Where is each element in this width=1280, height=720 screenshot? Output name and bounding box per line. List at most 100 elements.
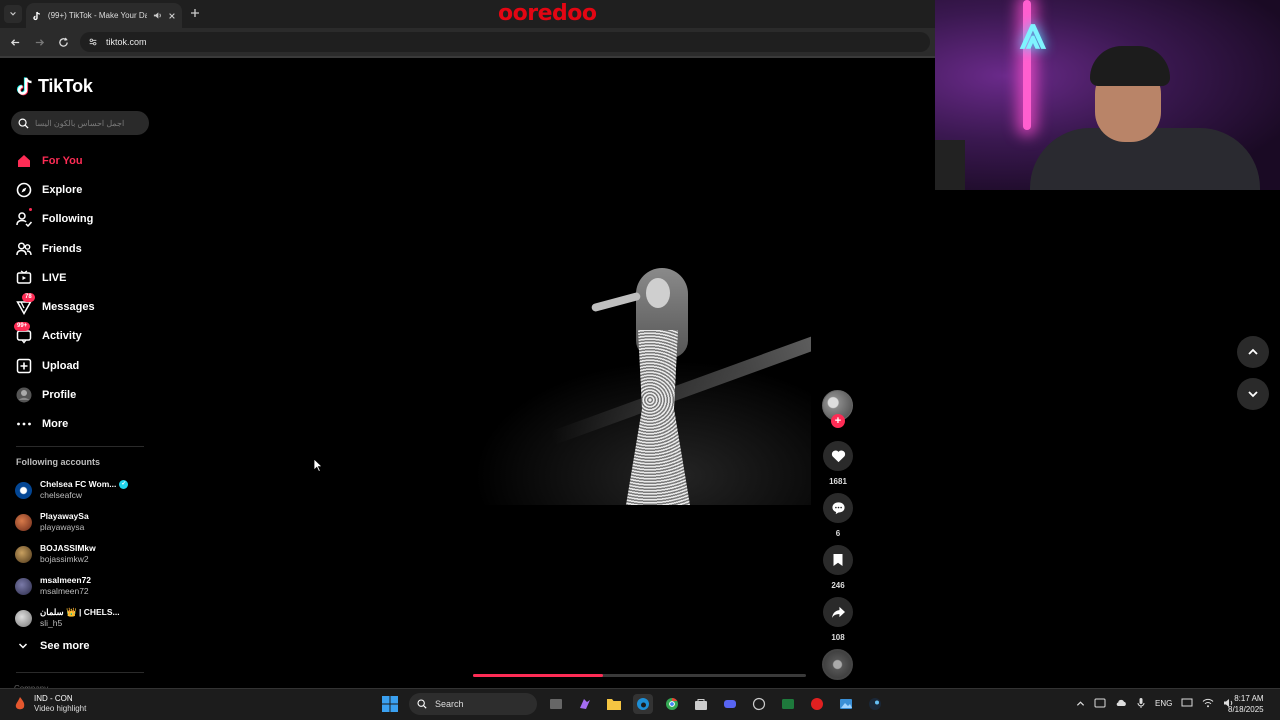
sidebar-item-label: Explore xyxy=(42,183,83,196)
account-handle: playawaysa xyxy=(40,522,85,532)
previous-video-button[interactable] xyxy=(1237,336,1269,368)
flame-widget-icon xyxy=(15,697,25,710)
chevron-down-icon xyxy=(10,12,16,16)
red-app-icon xyxy=(811,698,823,710)
sidebar-item-label: Friends xyxy=(42,242,82,255)
like-action[interactable]: 1681 xyxy=(822,441,854,486)
account-name: سلمان 👑 | CHELS... xyxy=(40,607,120,617)
edge-icon xyxy=(637,698,649,710)
copilot-button[interactable] xyxy=(575,694,595,714)
store-button[interactable] xyxy=(691,694,711,714)
comment-count: 6 xyxy=(835,529,841,538)
speaker-icon[interactable] xyxy=(153,11,162,20)
sidebar-item-following[interactable]: Following xyxy=(16,205,156,234)
sidebar-divider xyxy=(16,672,144,673)
comment-button[interactable] xyxy=(823,493,853,523)
display-icon[interactable] xyxy=(1181,697,1193,709)
tiktok-logo-text: TikTok xyxy=(38,76,93,96)
video-progress-bar[interactable] xyxy=(473,674,806,677)
sidebar-item-explore[interactable]: Explore xyxy=(16,175,156,204)
messages-badge: 78 xyxy=(22,293,35,303)
search-icon xyxy=(417,699,427,709)
sidebar-item-profile[interactable]: Profile xyxy=(16,380,156,409)
reload-button[interactable] xyxy=(56,35,70,49)
account-handle: sli_h5 xyxy=(40,618,63,628)
sidebar-item-label: More xyxy=(42,418,69,431)
following-account[interactable]: BOJASSIMkw bojassimkw2 xyxy=(15,538,155,570)
new-tab-button[interactable] xyxy=(188,6,202,20)
microphone-icon[interactable] xyxy=(1136,697,1146,709)
webcam-overlay: ⩓ xyxy=(935,0,1280,190)
comment-action[interactable]: 6 xyxy=(822,493,854,538)
photos-button[interactable] xyxy=(836,694,856,714)
like-button[interactable] xyxy=(823,441,853,471)
taskbar-search[interactable]: Search xyxy=(409,693,537,715)
sidebar-item-friends[interactable]: Friends xyxy=(16,234,156,263)
following-account[interactable]: msalmeen72 msalmeen72 xyxy=(15,570,155,602)
sidebar-item-more[interactable]: More xyxy=(16,410,156,439)
windows-logo-icon xyxy=(382,696,398,712)
share-action[interactable]: 108 xyxy=(822,597,854,642)
taskbar-clock[interactable]: 8:17 AM 8/18/2025 xyxy=(1228,693,1264,715)
sidebar-nav: For You Explore Following Friends LIVE 7… xyxy=(14,146,156,439)
following-account[interactable]: PlayawaySa playawaysa xyxy=(15,506,155,538)
clock-date: 8/18/2025 xyxy=(1228,705,1264,714)
xbox-button[interactable] xyxy=(778,694,798,714)
close-tab-icon[interactable] xyxy=(168,12,176,20)
taskbar-widget[interactable]: IND - CON Video highlight xyxy=(14,694,86,714)
plus-icon xyxy=(191,9,199,17)
share-button[interactable] xyxy=(823,597,853,627)
xbox-icon xyxy=(782,699,794,709)
cloud-icon[interactable] xyxy=(1115,697,1127,709)
task-view-button[interactable] xyxy=(546,694,566,714)
following-account[interactable]: Chelsea FC Wom... ✓ chelseafcw xyxy=(15,474,155,506)
live-icon xyxy=(16,270,32,286)
forward-button[interactable] xyxy=(32,35,46,49)
back-arrow-icon xyxy=(10,38,19,46)
video-player[interactable] xyxy=(473,260,811,505)
sidebar-item-upload[interactable]: Upload xyxy=(16,351,156,380)
sidebar-item-messages[interactable]: 78 Messages xyxy=(16,292,156,321)
share-count: 108 xyxy=(831,633,845,642)
app-button[interactable] xyxy=(749,694,769,714)
bookmark-icon xyxy=(833,554,843,566)
activity-badge: 99+ xyxy=(14,322,31,332)
start-button[interactable] xyxy=(380,694,400,714)
discord-button[interactable] xyxy=(720,694,740,714)
see-more-button[interactable]: See more xyxy=(18,640,90,652)
sidebar-item-for-you[interactable]: For You xyxy=(16,146,156,175)
language-indicator[interactable]: ENG xyxy=(1155,699,1172,708)
next-video-button[interactable] xyxy=(1237,378,1269,410)
tab-search-button[interactable] xyxy=(4,5,22,23)
like-count: 1681 xyxy=(829,477,847,486)
messages-icon: 78 xyxy=(16,293,35,316)
tiktok-favicon-icon xyxy=(33,11,40,20)
sidebar-item-live[interactable]: LIVE xyxy=(16,263,156,292)
edge-button[interactable] xyxy=(633,694,653,714)
file-explorer-button[interactable] xyxy=(604,694,624,714)
back-button[interactable] xyxy=(8,35,22,49)
url-field[interactable]: tiktok.com xyxy=(80,32,930,52)
search-input[interactable]: اجمل احساس بالكون اليسا xyxy=(11,111,149,135)
browser-tab[interactable]: (99+) TikTok - Make Your Day xyxy=(26,3,182,28)
tiktok-logo[interactable]: TikTok xyxy=(16,76,93,97)
follow-plus-button[interactable]: + xyxy=(831,414,845,428)
task-view-icon xyxy=(550,699,562,709)
app-button[interactable] xyxy=(807,694,827,714)
sidebar-item-label: For You xyxy=(42,154,83,167)
music-disc-avatar[interactable] xyxy=(822,649,853,680)
steam-button[interactable] xyxy=(865,694,885,714)
account-avatar xyxy=(15,609,32,627)
wifi-icon[interactable] xyxy=(1202,697,1214,709)
clock-time: 8:17 AM xyxy=(1234,694,1264,703)
sidebar-item-activity[interactable]: 99+ Activity xyxy=(14,322,156,351)
site-settings-icon[interactable] xyxy=(88,37,98,47)
save-button[interactable] xyxy=(823,545,853,575)
chevron-up-icon[interactable] xyxy=(1076,699,1085,708)
tray-app-icon[interactable] xyxy=(1094,697,1106,709)
singer-arm-with-mic xyxy=(590,291,642,313)
chrome-button[interactable] xyxy=(662,694,682,714)
chevron-down-icon xyxy=(1248,391,1258,398)
save-action[interactable]: 246 xyxy=(822,545,854,590)
following-account[interactable]: سلمان 👑 | CHELS... sli_h5 xyxy=(15,602,155,634)
